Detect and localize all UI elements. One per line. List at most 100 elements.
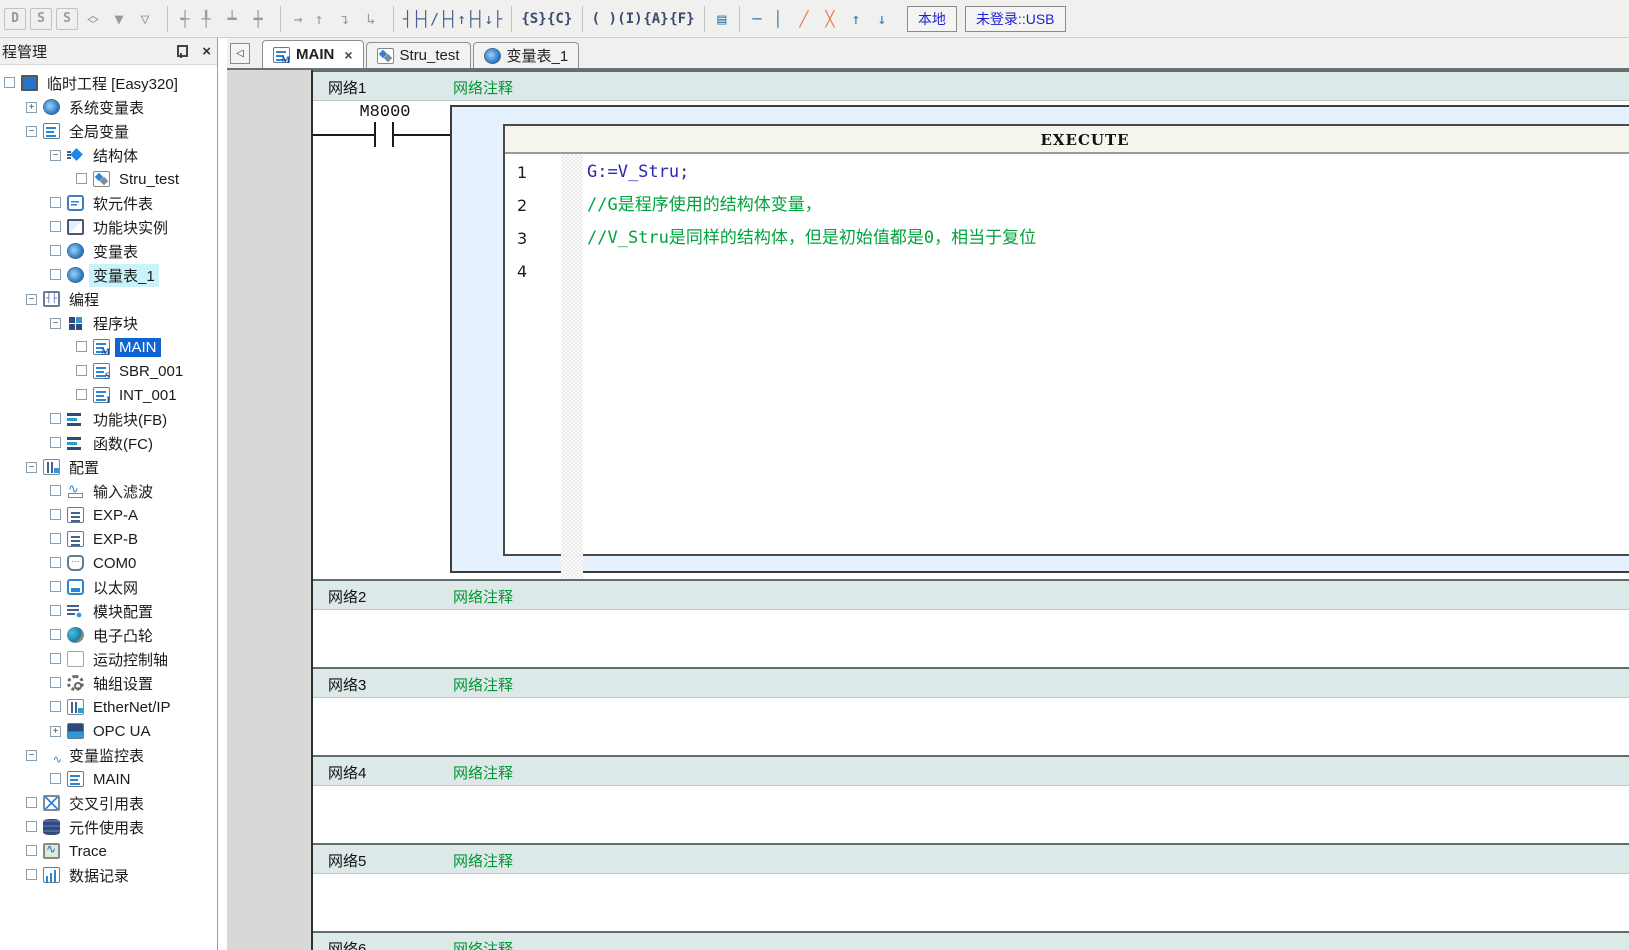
expander-icon[interactable] [76, 173, 93, 186]
draw-hline-icon[interactable]: ─ [739, 6, 765, 32]
delete-rung-icon[interactable]: ┷ [219, 6, 245, 32]
expander-icon[interactable] [50, 221, 67, 234]
contact-s-icon[interactable]: {S} [511, 6, 546, 32]
network-header[interactable]: 网络5 网络注释 [313, 843, 1629, 874]
network1-body[interactable]: M8000 EXECUTE [313, 101, 1629, 579]
tree-item[interactable]: COM0 [0, 551, 217, 575]
move-up-icon[interactable]: ↑ [843, 6, 869, 32]
expander-icon[interactable]: − [50, 150, 67, 161]
expander-icon[interactable] [50, 269, 67, 282]
tree-item[interactable]: − 配置 [0, 455, 217, 479]
network-comment[interactable]: 网络注释 [453, 938, 513, 950]
network-header[interactable]: 网络3 网络注释 [313, 667, 1629, 698]
expander-icon[interactable] [4, 77, 21, 90]
tree-item[interactable]: + 系统变量表 [0, 95, 217, 119]
tree-item[interactable]: 模块配置 [0, 599, 217, 623]
network-header[interactable]: 网络2 网络注释 [313, 579, 1629, 610]
tree-item[interactable]: MAIN [0, 767, 217, 791]
expander-icon[interactable]: − [26, 126, 43, 137]
tree-item[interactable]: 以太网 [0, 575, 217, 599]
expander-icon[interactable]: − [50, 318, 67, 329]
tree-item[interactable]: − 全局变量 [0, 119, 217, 143]
arrow-up-icon[interactable]: ↑ [306, 6, 332, 32]
code-line[interactable]: 4 [505, 255, 1629, 288]
expander-icon[interactable]: − [26, 750, 43, 761]
expander-icon[interactable] [50, 197, 67, 210]
tree-item[interactable]: 函数(FC) [0, 431, 217, 455]
expander-icon[interactable] [50, 509, 67, 522]
network1-comment[interactable]: 网络注释 [453, 77, 513, 98]
tree-item[interactable]: S SBR_001 [0, 359, 217, 383]
tree-item[interactable]: 电子凸轮 [0, 623, 217, 647]
tree-item[interactable]: 轴组设置 [0, 671, 217, 695]
line-text[interactable]: //G是程序使用的结构体变量， [587, 189, 822, 222]
network-header[interactable]: 网络4 网络注释 [313, 755, 1629, 786]
ladder-canvas[interactable]: 网络1 网络注释 M8000 EXECUTE [311, 70, 1629, 950]
contact-operand-label[interactable]: M8000 [353, 103, 417, 122]
expander-icon[interactable] [50, 533, 67, 546]
contact-c-icon[interactable]: {C} [547, 6, 573, 32]
delete-vline-icon[interactable]: ╳ [817, 6, 843, 32]
close-icon[interactable]: × [202, 44, 211, 59]
arrow-down-hollow-icon[interactable]: ▽ [132, 6, 158, 32]
contact-rising-icon[interactable]: ┤↑├ [448, 6, 475, 32]
coil-d-icon[interactable]: D [4, 8, 26, 30]
network-body[interactable] [313, 786, 1629, 843]
network-comment[interactable]: 网络注释 [453, 674, 513, 695]
network-comment[interactable]: 网络注释 [453, 850, 513, 871]
code-line[interactable]: 1 G:=V_Stru; [505, 156, 1629, 189]
line-text[interactable]: //V_Stru是同样的结构体，但是初始值都是0，相当于复位 [587, 222, 1036, 255]
expander-icon[interactable] [26, 821, 43, 834]
tree-item[interactable]: 输入滤波 [0, 479, 217, 503]
expander-icon[interactable] [76, 341, 93, 354]
expander-icon[interactable] [50, 557, 67, 570]
network-body[interactable] [313, 610, 1629, 667]
network-header[interactable]: 网络6 网络注释 [313, 931, 1629, 950]
insert-rung-icon[interactable]: ┽ [167, 6, 193, 32]
network1-header[interactable]: 网络1 网络注释 [313, 70, 1629, 101]
tree-item[interactable]: − 变量监控表 [0, 743, 217, 767]
compare-contact-icon[interactable]: ◇ [80, 10, 106, 26]
expander-icon[interactable] [26, 869, 43, 882]
structured-text-box[interactable]: EXECUTE 1 G:=V_Stru; [503, 124, 1629, 556]
branch-right-icon[interactable]: ↴ [332, 6, 358, 32]
expander-icon[interactable] [50, 605, 67, 618]
tree-item[interactable]: EXP-A [0, 503, 217, 527]
tree-item[interactable]: 功能块(FB) [0, 407, 217, 431]
contact-falling-icon[interactable]: ┤↓├ [475, 6, 502, 32]
coil-f-icon[interactable]: {F} [669, 6, 695, 32]
delete-hline-icon[interactable]: ╱ [791, 6, 817, 32]
expander-icon[interactable] [50, 581, 67, 594]
network-body[interactable] [313, 874, 1629, 931]
tree-item[interactable]: + OPC UA [0, 719, 217, 743]
tree-item[interactable]: 元件使用表 [0, 815, 217, 839]
line-text[interactable]: G:=V_Stru; [587, 156, 689, 189]
expander-icon[interactable] [26, 797, 43, 810]
contact-closed-icon[interactable]: ┤/├ [421, 6, 448, 32]
tree-item[interactable]: − 编程 [0, 287, 217, 311]
tab-close-icon[interactable]: × [344, 47, 352, 63]
document-tab[interactable]: Stru_test [366, 42, 471, 68]
expander-icon[interactable] [50, 773, 67, 786]
branch-down-icon[interactable]: ↳ [358, 6, 384, 32]
expander-icon[interactable] [76, 365, 93, 378]
tree-item[interactable]: 变量表_1 [0, 263, 217, 287]
draw-vline-icon[interactable]: │ [765, 6, 791, 32]
document-tab[interactable]: M MAIN × [262, 40, 364, 68]
merge-rung-icon[interactable]: ┿ [245, 6, 271, 32]
expander-icon[interactable] [50, 677, 67, 690]
connection-button[interactable]: 未登录::USB [965, 6, 1066, 32]
tree-item[interactable]: EtherNet/IP [0, 695, 217, 719]
move-down-icon[interactable]: ↓ [869, 6, 895, 32]
coil-a-icon[interactable]: {A} [643, 6, 669, 32]
tree-item[interactable]: 交叉引用表 [0, 791, 217, 815]
arrow-right-icon[interactable]: → [280, 6, 306, 32]
expander-icon[interactable]: − [26, 294, 43, 305]
expander-icon[interactable] [50, 653, 67, 666]
tree-item[interactable]: − 程序块 [0, 311, 217, 335]
tree-item[interactable]: Trace [0, 839, 217, 863]
arrow-down-filled-icon[interactable]: ▼ [106, 6, 132, 32]
code-line[interactable]: 3 //V_Stru是同样的结构体，但是初始值都是0，相当于复位 [505, 222, 1629, 255]
tree-item[interactable]: − 结构体 [0, 143, 217, 167]
coil-set-icon[interactable]: S [30, 8, 52, 30]
